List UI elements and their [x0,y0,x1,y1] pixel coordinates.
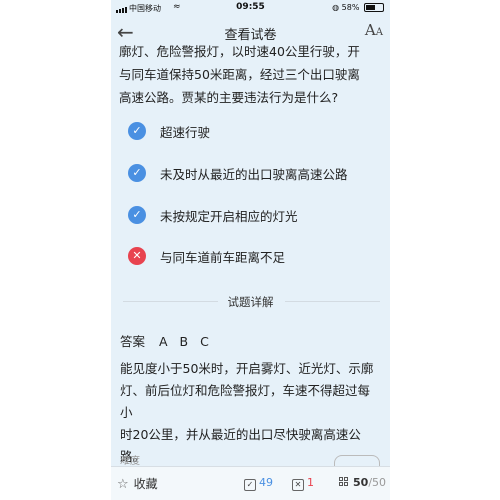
option-a[interactable]: ✓ 超速行驶 [123,118,383,144]
option-label: 与同车道前车距离不足 [160,250,286,265]
option-d[interactable]: ✕ 与同车道前车距离不足 [123,243,383,269]
status-bar: 中国移动 ≈ 09:55 ◍ 58% [111,0,390,16]
cross-icon: ✕ [128,247,146,265]
question-line: 高速公路。贾某的主要违法行为是什么? [119,90,339,105]
question-progress-button[interactable]: 50/50 [339,476,386,489]
explanation-line: 能见度小于50米时，开启雾灯、近光灯、示廓 [120,361,374,376]
answer-value: A B C [159,334,213,349]
grid-icon [339,477,349,487]
answer-label: 答案 [120,334,146,349]
question-line: 与同车道保持50米距离，经过三个出口驶离 [119,67,360,82]
battery-indicator: ◍ 58% [332,3,384,12]
option-c[interactable]: ✓ 未按规定开启相应的灯光 [123,202,383,228]
check-icon: ✓ [128,122,146,140]
section-title: 试题详解 [227,295,274,309]
check-box-icon: ✓ [244,479,256,491]
answer-row: 答案 A B C [120,331,213,350]
check-icon: ✓ [128,206,146,224]
option-label: 未及时从最近的出口驶离高速公路 [160,167,348,182]
option-label: 超速行驶 [160,125,211,140]
question-text: 廓灯、危险警报灯，以时速40公里行驶，开 与同车道保持50米距离，经过三个出口驶… [119,40,381,109]
battery-icon [364,3,384,12]
wrong-count-button[interactable]: ✕ 1 [292,476,314,491]
progress-total: /50 [368,476,387,489]
option-label: 未按规定开启相应的灯光 [160,209,298,224]
progress-current: 50 [353,476,369,489]
favorite-button[interactable]: ☆ 收藏 [117,475,158,492]
favorite-label: 收藏 [133,477,158,491]
cross-box-icon: ✕ [292,479,304,491]
star-icon: ☆ [117,477,129,492]
font-size-button[interactable]: AA [365,21,383,39]
bottom-bar: ☆ 收藏 ✓ 49 ✕ 1 50/50 [111,466,390,500]
check-icon: ✓ [128,164,146,182]
correct-count-button[interactable]: ✓ 49 [244,476,273,491]
correct-count: 49 [259,476,273,489]
phone-screen: 中国移动 ≈ 09:55 ◍ 58% ← 查看试卷 AA 廓灯、危险警报灯，以时… [111,0,390,500]
difficulty-label: 难度 [120,456,140,467]
font-size-icon: AA [364,21,383,39]
option-b[interactable]: ✓ 未及时从最近的出口驶离高速公路 [123,160,383,186]
explanation-line: 时20公里，并从最近的出口尽快驶离高速公 [120,427,361,442]
question-line: 廓灯、危险警报灯，以时速40公里行驶，开 [119,44,360,59]
battery-percent: 58% [341,3,360,12]
alarm-icon: ◍ [332,3,340,12]
explanation-text: 能见度小于50米时，开启雾灯、近光灯、示廓 灯、前后位灯和危险警报灯，车速不得超… [120,358,382,468]
wrong-count: 1 [307,476,314,489]
divider-right [285,301,380,302]
explanation-line: 灯、前后位灯和危险警报灯，车速不得超过每小 [120,383,371,420]
